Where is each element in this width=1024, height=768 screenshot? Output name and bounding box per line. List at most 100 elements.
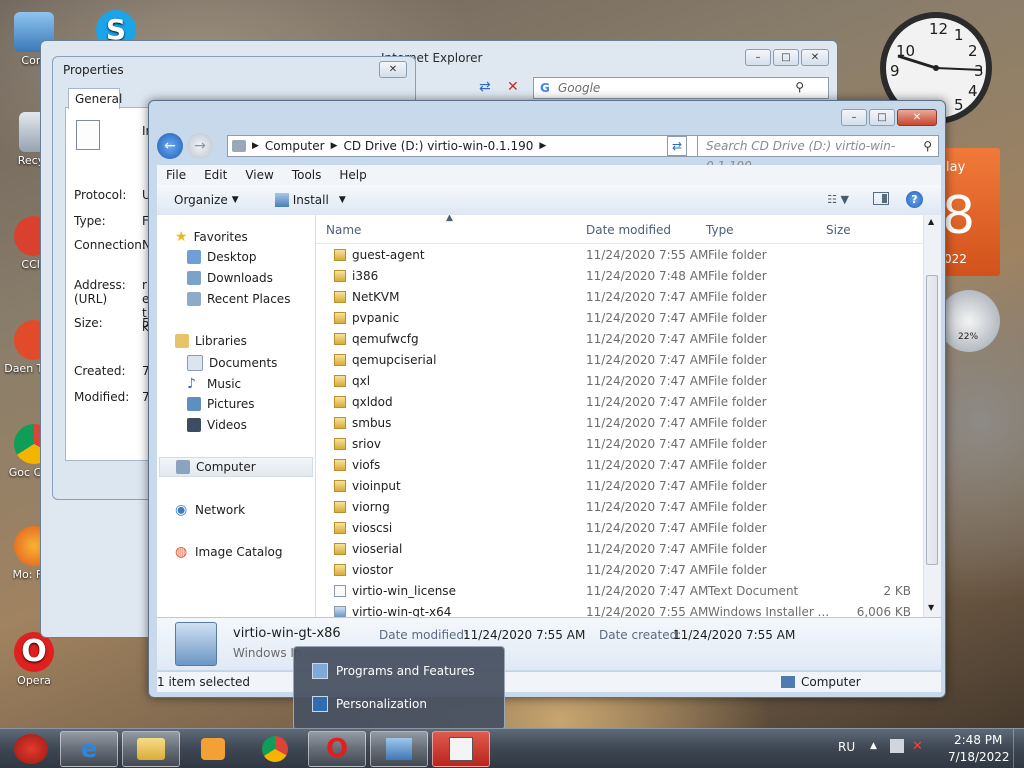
table-row[interactable]: NetKVM 11/24/2020 7:47 AM File folder	[316, 287, 923, 308]
table-row[interactable]: viorng 11/24/2020 7:47 AM File folder	[316, 497, 923, 518]
taskbar-chrome[interactable]	[246, 731, 304, 767]
table-row[interactable]: virtio-win-gt-x64 11/24/2020 7:55 AM Windo…	[316, 602, 923, 617]
language-indicator[interactable]: RU	[838, 740, 855, 754]
calendar-gadget[interactable]: lay 8 022	[938, 148, 1000, 276]
forward-button[interactable]: →	[187, 133, 213, 159]
taskbar-opera[interactable]: O	[308, 731, 366, 767]
column-type[interactable]: Type	[706, 223, 734, 237]
nav-downloads[interactable]: Downloads	[187, 271, 273, 285]
table-row[interactable]: smbus 11/24/2020 7:47 AM File folder	[316, 413, 923, 434]
tab-general[interactable]: General	[68, 88, 122, 109]
table-row[interactable]: i386 11/24/2020 7:48 AM File folder	[316, 266, 923, 287]
control-panel-icon	[386, 738, 412, 760]
clock-time[interactable]: 2:48 PM	[954, 733, 1002, 747]
nav-libraries[interactable]: Libraries	[175, 334, 247, 348]
nav-image-catalog[interactable]: ◍ Image Catalog	[175, 544, 282, 560]
taskbar-installer[interactable]	[432, 731, 490, 767]
vertical-scrollbar[interactable]: ▲ ▼	[923, 215, 941, 617]
nav-music[interactable]: ♪ Music	[187, 376, 241, 392]
close-button[interactable]: ✕	[897, 109, 937, 126]
column-size[interactable]: Size	[826, 223, 851, 237]
preview-pane-button[interactable]	[873, 192, 889, 205]
menu-edit[interactable]: Edit	[195, 165, 236, 185]
folder-icon	[137, 738, 165, 760]
back-button[interactable]: ←	[157, 133, 183, 159]
menu-tools[interactable]: Tools	[283, 165, 331, 185]
show-desktop-button[interactable]	[1013, 729, 1024, 768]
table-row[interactable]: qemufwcfg 11/24/2020 7:47 AM File folder	[316, 329, 923, 350]
table-row[interactable]: qxldod 11/24/2020 7:47 AM File folder	[316, 392, 923, 413]
start-button[interactable]	[2, 731, 60, 767]
table-row[interactable]: sriov 11/24/2020 7:47 AM File folder	[316, 434, 923, 455]
jumplist-personalization[interactable]: Personalization	[312, 696, 427, 712]
taskbar-file-explorer[interactable]	[122, 731, 180, 767]
nav-documents[interactable]: Documents	[187, 355, 277, 371]
nav-videos[interactable]: Videos	[187, 418, 247, 432]
organize-button[interactable]: Organize ▼	[165, 189, 248, 211]
search-icon[interactable]: ⚲	[795, 80, 804, 94]
table-row[interactable]: pvpanic 11/24/2020 7:47 AM File folder	[316, 308, 923, 329]
scroll-up-icon[interactable]: ▲	[928, 217, 934, 226]
minimize-button[interactable]: –	[841, 109, 867, 126]
ie-search-box[interactable]: G Google ⚲	[533, 77, 829, 99]
close-button[interactable]: ✕	[379, 61, 407, 78]
properties-label: Size:	[74, 316, 103, 330]
table-row[interactable]: qxl 11/24/2020 7:47 AM File folder	[316, 371, 923, 392]
clock-number: 3	[974, 62, 984, 80]
table-row[interactable]: vioserial 11/24/2020 7:47 AM File folder	[316, 539, 923, 560]
taskbar-internet-explorer[interactable]: e	[60, 731, 118, 767]
network-tray-icon[interactable]	[890, 739, 904, 753]
taskbar-control-panel[interactable]	[370, 731, 428, 767]
explorer-window[interactable]: – □ ✕ ← → ▶ Computer ▶ CD Drive (D:) vir…	[148, 100, 946, 698]
taskbar-media-player[interactable]	[184, 731, 242, 767]
ie-window-controls: – □ ✕	[745, 49, 829, 66]
details-created-value: 11/24/2020 7:55 AM	[673, 628, 796, 642]
breadcrumb-computer[interactable]: Computer	[265, 139, 325, 153]
refresh-button[interactable]: ⇄	[667, 136, 687, 156]
nav-desktop[interactable]: Desktop	[187, 250, 257, 264]
table-row[interactable]: vioscsi 11/24/2020 7:47 AM File folder	[316, 518, 923, 539]
table-row[interactable]: qemupciserial 11/24/2020 7:47 AM File fold…	[316, 350, 923, 371]
scroll-down-icon[interactable]: ▼	[928, 603, 934, 612]
jumplist-programs-and-features[interactable]: Programs and Features	[312, 663, 475, 679]
column-date-modified[interactable]: Date modified	[586, 223, 671, 237]
ie-refresh-icon[interactable]: ⇄	[479, 79, 495, 95]
table-row[interactable]: virtio-win_license 11/24/2020 7:47 AM Text…	[316, 581, 923, 602]
ie-stop-icon[interactable]: ✕	[507, 79, 523, 95]
scrollbar-thumb[interactable]	[926, 275, 938, 565]
volume-muted-icon[interactable]: ✕	[912, 739, 923, 754]
column-headers: Name ▲ Date modified Type Size	[316, 215, 923, 244]
nav-computer[interactable]: Computer	[159, 457, 313, 477]
menu-view[interactable]: View	[236, 165, 282, 185]
table-row[interactable]: viostor 11/24/2020 7:47 AM File folder	[316, 560, 923, 581]
nav-network[interactable]: ◉ Network	[175, 502, 245, 518]
show-hidden-icons-icon[interactable]: ▲	[870, 741, 877, 751]
folder-icon	[334, 564, 346, 576]
search-input[interactable]: Search CD Drive (D:) virtio-win-0.1.190 …	[697, 135, 939, 173]
table-row[interactable]: vioinput 11/24/2020 7:47 AM File folder	[316, 476, 923, 497]
text-file-icon	[334, 585, 346, 597]
maximize-button[interactable]: □	[773, 49, 799, 66]
desktop-icon-opera[interactable]: O Opera	[4, 632, 64, 687]
cpu-meter-gadget[interactable]: 22%	[938, 290, 1000, 352]
breadcrumb-cd-drive[interactable]: CD Drive (D:) virtio-win-0.1.190	[344, 139, 534, 153]
properties-label: Connection:	[74, 238, 146, 252]
minimize-button[interactable]: –	[745, 49, 771, 66]
folder-icon	[334, 291, 346, 303]
column-name[interactable]: Name	[326, 223, 361, 237]
clock-date[interactable]: 7/18/2022	[948, 750, 1010, 764]
nav-favorites[interactable]: ★ Favorites	[175, 229, 248, 245]
maximize-button[interactable]: □	[869, 109, 895, 126]
file-date-modified: 11/24/2020 7:47 AM	[586, 584, 709, 598]
details-pane: virtio-win-gt-x86 Windows In Date modifi…	[157, 617, 941, 670]
close-button[interactable]: ✕	[801, 49, 829, 66]
change-view-button[interactable]: ☷ ▼	[827, 193, 849, 206]
table-row[interactable]: guest-agent 11/24/2020 7:55 AM File folder	[316, 245, 923, 266]
table-row[interactable]: viofs 11/24/2020 7:47 AM File folder	[316, 455, 923, 476]
help-button[interactable]: ?	[906, 191, 923, 208]
nav-pictures[interactable]: Pictures	[187, 397, 255, 411]
nav-recent-places[interactable]: Recent Places	[187, 292, 290, 306]
install-button[interactable]: Install ▼	[266, 189, 355, 211]
menu-help[interactable]: Help	[330, 165, 375, 185]
menu-file[interactable]: File	[157, 165, 195, 185]
